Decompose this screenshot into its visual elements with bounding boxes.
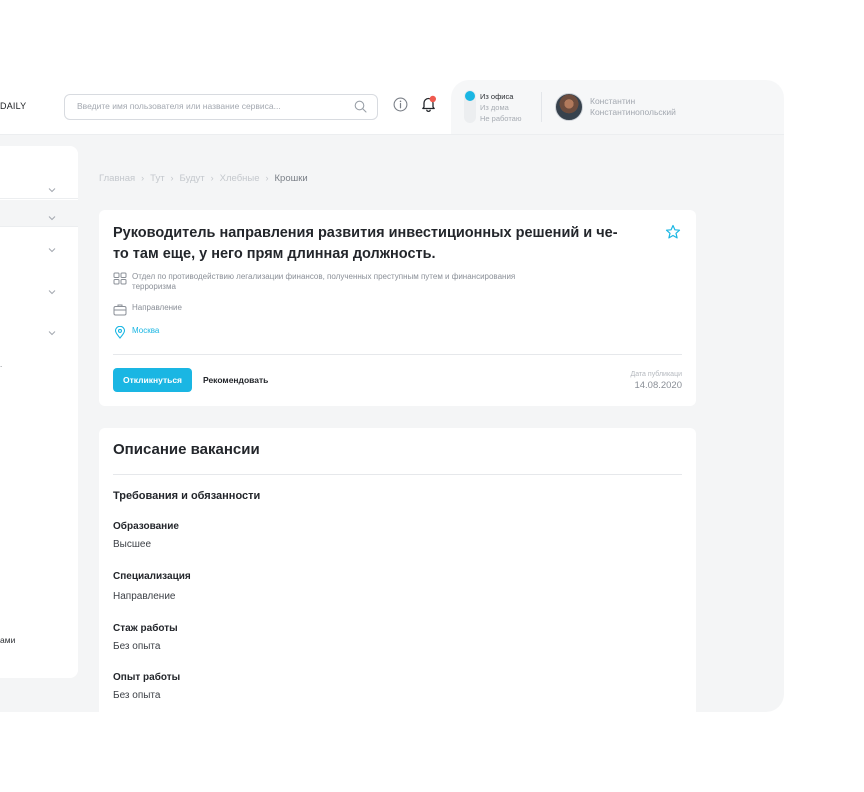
sidebar-divider: [0, 226, 78, 227]
vacancy-location: Москва: [113, 326, 159, 339]
breadcrumb-separator: ›: [141, 173, 145, 183]
direction-text: Направление: [132, 303, 182, 312]
search-input[interactable]: [75, 100, 339, 112]
search-box[interactable]: [64, 94, 378, 120]
sidebar: . ами: [0, 146, 78, 678]
description-card: Описание вакансии Требования и обязаннос…: [99, 428, 696, 712]
description-title: Описание вакансии: [113, 441, 260, 458]
vacancy-title: Руководитель направления развития инвест…: [113, 225, 618, 262]
sidebar-item-1[interactable]: [0, 172, 78, 198]
field-label-experience-length: Стаж работы: [113, 623, 178, 634]
logo[interactable]: DAILY: [0, 101, 26, 111]
breadcrumb-separator: ›: [170, 173, 174, 183]
card-divider: [113, 474, 682, 475]
sidebar-item-2[interactable]: [0, 200, 78, 226]
field-value-work-experience: Без опыта: [113, 690, 161, 701]
status-option-office[interactable]: Из офиса: [480, 92, 513, 101]
avatar[interactable]: [555, 93, 583, 121]
work-status-toggle[interactable]: [464, 90, 476, 123]
grid-icon: [113, 272, 127, 285]
vacancy-direction: Направление: [113, 303, 182, 316]
star-icon[interactable]: [665, 224, 681, 245]
user-first-name[interactable]: Константин: [590, 96, 635, 106]
sidebar-item-4[interactable]: [0, 274, 78, 300]
sidebar-item-label[interactable]: ами: [0, 635, 15, 645]
app-window: DAILY Из офиса Из дома Не работаю Конста…: [0, 80, 784, 712]
breadcrumb-item-current: Крошки: [274, 173, 308, 184]
top-header: DAILY Из офиса Из дома Не работаю Конста…: [0, 80, 784, 135]
location-pin-icon: [114, 326, 126, 339]
sidebar-dot: .: [0, 360, 3, 369]
breadcrumb-item-3[interactable]: Будут: [180, 173, 205, 184]
work-status-panel: Из офиса Из дома Не работаю Константин К…: [451, 80, 784, 134]
publish-date: 14.08.2020: [634, 380, 682, 391]
location-text[interactable]: Москва: [132, 326, 159, 336]
toggle-knob[interactable]: [465, 91, 475, 101]
card-divider: [113, 354, 682, 355]
bell-icon[interactable]: [420, 95, 437, 118]
status-option-off[interactable]: Не работаю: [480, 114, 521, 123]
sidebar-item-3[interactable]: [0, 232, 78, 258]
chevron-down-icon[interactable]: [48, 180, 56, 198]
field-label-work-experience: Опыт работы: [113, 672, 181, 683]
chevron-down-icon[interactable]: [48, 282, 56, 300]
vacancy-card: Руководитель направления развития инвест…: [99, 210, 696, 406]
breadcrumb-item-2[interactable]: Тут: [150, 173, 164, 184]
header-divider: [541, 92, 542, 122]
field-value-education: Высшее: [113, 539, 152, 550]
recommend-button[interactable]: Рекомендовать: [199, 368, 272, 392]
breadcrumb-item-home[interactable]: Главная: [99, 173, 135, 184]
field-value-specialization: Направление: [113, 591, 176, 602]
breadcrumb-item-4[interactable]: Хлебные: [220, 173, 260, 184]
chevron-down-icon[interactable]: [48, 323, 56, 341]
briefcase-icon: [113, 304, 127, 316]
field-value-experience-length: Без опыта: [113, 641, 161, 652]
user-last-name[interactable]: Константинопольский: [590, 107, 676, 117]
chevron-down-icon[interactable]: [48, 208, 56, 226]
breadcrumb-separator: ›: [265, 173, 269, 183]
apply-button[interactable]: Откликнуться: [113, 368, 192, 392]
department-text: Отдел по противодействию легализации фин…: [132, 272, 516, 291]
chevron-down-icon[interactable]: [48, 240, 56, 258]
requirements-heading: Требования и обязанности: [113, 490, 261, 502]
sidebar-item-5[interactable]: [0, 315, 78, 341]
publish-date-label: Дата публикаци: [630, 371, 682, 378]
field-label-education: Образование: [113, 521, 179, 532]
field-label-specialization: Специализация: [113, 571, 191, 582]
search-icon[interactable]: [354, 100, 367, 118]
vacancy-department: Отдел по противодействию легализации фин…: [113, 272, 553, 292]
status-option-home[interactable]: Из дома: [480, 103, 509, 112]
breadcrumb: Главная › Тут › Будут › Хлебные › Крошки: [99, 173, 308, 184]
info-icon[interactable]: [393, 97, 408, 117]
breadcrumb-separator: ›: [210, 173, 214, 183]
sidebar-divider: [0, 198, 78, 199]
